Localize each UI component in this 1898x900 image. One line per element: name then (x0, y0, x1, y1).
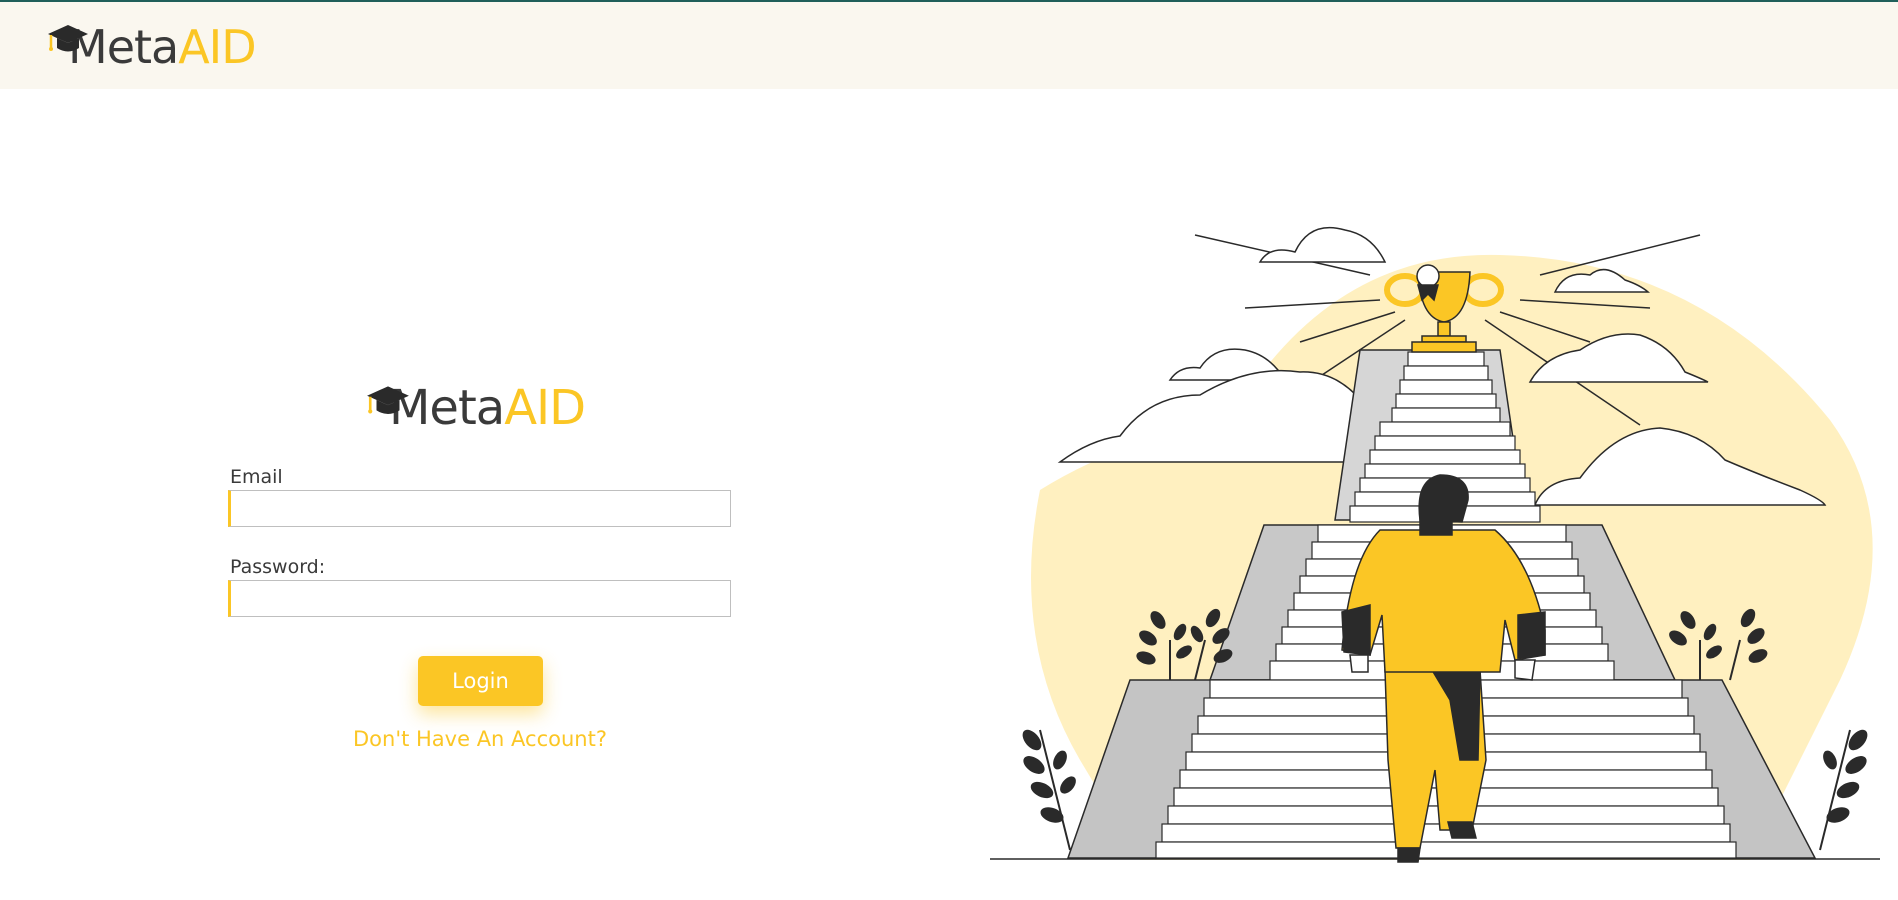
register-link[interactable]: Don't Have An Account? (230, 727, 730, 751)
email-label: Email (230, 466, 283, 488)
graduation-cap-icon (48, 25, 88, 52)
form-logo: MetaAID (365, 380, 586, 436)
password-field[interactable] (228, 580, 731, 617)
top-header: MetaAID (0, 0, 1898, 89)
login-button[interactable]: Login (418, 656, 543, 706)
logo-text-aid: AID (178, 20, 256, 74)
header-logo[interactable]: MetaAID (46, 20, 257, 74)
email-field[interactable] (228, 490, 731, 527)
stairs-trophy-illustration (990, 226, 1880, 863)
logo-text-aid: AID (504, 380, 586, 436)
graduation-cap-icon (367, 386, 409, 415)
password-label: Password: (230, 556, 326, 578)
